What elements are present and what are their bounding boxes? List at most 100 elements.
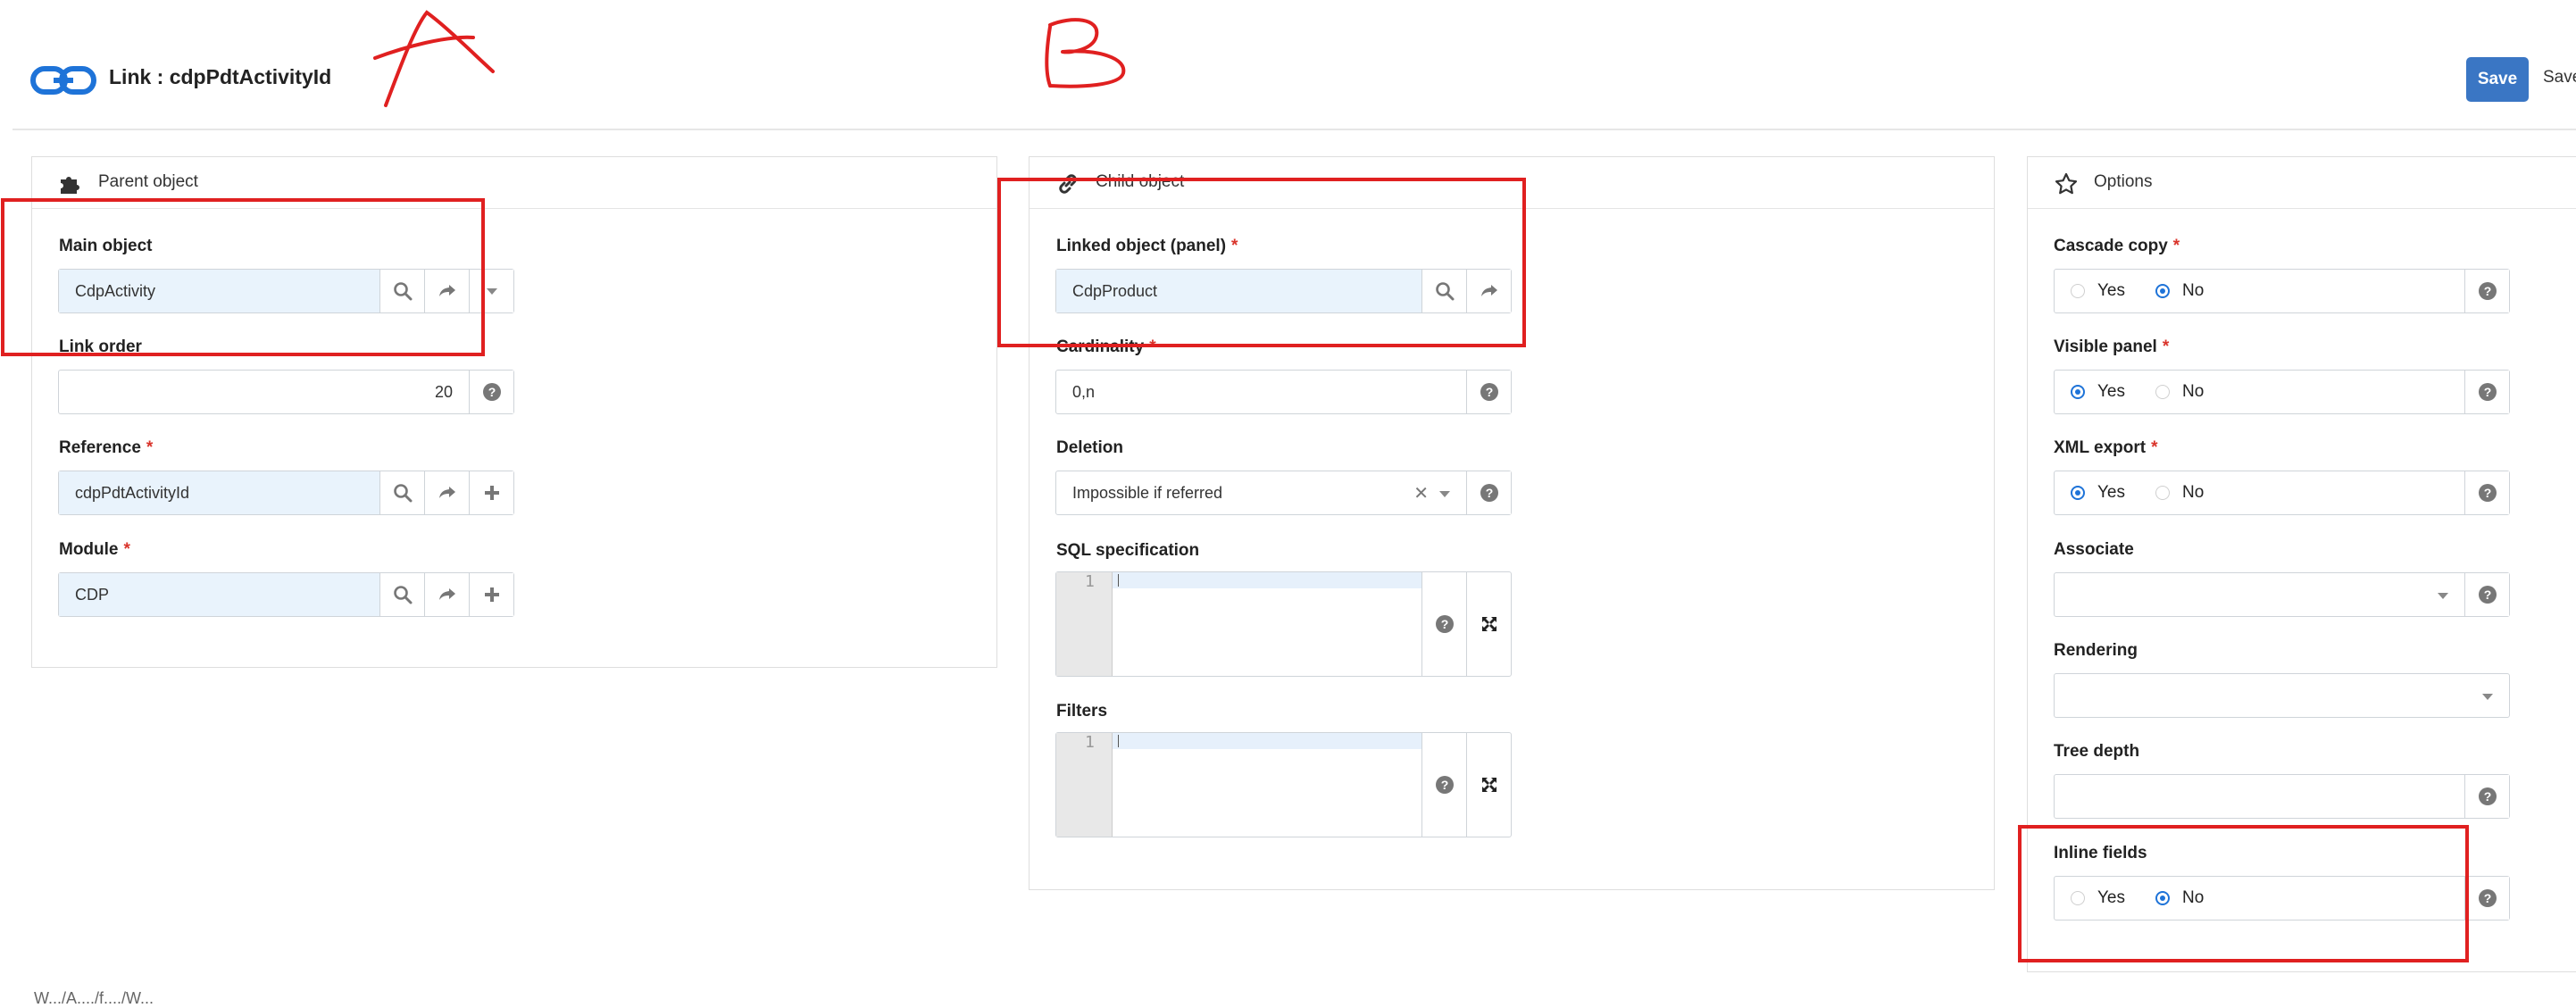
cascade-copy-label: Cascade copy * <box>2054 237 2180 255</box>
radio-button-selected[interactable] <box>2155 284 2170 298</box>
visible-panel-no-option[interactable]: No <box>2155 382 2204 402</box>
inline-fields-yes-option[interactable]: Yes <box>2071 888 2125 908</box>
filters-expand-button[interactable] <box>1466 733 1511 837</box>
help-icon: ? <box>2478 586 2497 604</box>
module-search-button[interactable] <box>379 573 424 616</box>
search-icon <box>1435 282 1454 301</box>
main-object-dropdown-button[interactable] <box>469 270 513 312</box>
filters-editor: 1 ? <box>1055 732 1512 837</box>
visible-panel-radio-group: Yes No <box>2055 371 2464 413</box>
cardinality-input[interactable]: 0,n <box>1056 371 1466 413</box>
cardinality-help-button[interactable]: ? <box>1466 371 1511 413</box>
tree-depth-help-button[interactable]: ? <box>2464 775 2509 818</box>
tree-depth-field-group: ? <box>2054 774 2510 819</box>
linked-object-open-button[interactable] <box>1466 270 1511 312</box>
save-and-close-button[interactable]: Save <box>2543 68 2576 87</box>
xml-export-label: XML export * <box>2054 438 2158 457</box>
caret-down-icon <box>1439 491 1450 497</box>
svg-text:?: ? <box>1440 778 1448 792</box>
linked-object-input[interactable]: CdpProduct <box>1056 270 1421 312</box>
tree-depth-input[interactable] <box>2055 775 2464 818</box>
help-icon: ? <box>482 383 501 401</box>
svg-text:?: ? <box>2483 587 2491 602</box>
radio-button[interactable] <box>2071 891 2085 905</box>
cascade-copy-field-group: Yes No ? <box>2054 269 2510 313</box>
panel-title: Child object <box>1096 172 1185 191</box>
reference-open-button[interactable] <box>424 471 469 514</box>
help-icon: ? <box>2478 889 2497 907</box>
help-icon: ? <box>2478 787 2497 805</box>
filters-help-button[interactable]: ? <box>1421 733 1466 837</box>
annotation-letter-a <box>373 10 495 107</box>
main-object-input[interactable]: CdpActivity <box>59 270 379 312</box>
link-order-help-button[interactable]: ? <box>469 371 513 413</box>
svg-text:?: ? <box>2483 891 2491 905</box>
xml-export-help-button[interactable]: ? <box>2464 471 2509 514</box>
associate-label: Associate <box>2054 540 2134 559</box>
radio-button[interactable] <box>2071 284 2085 298</box>
deletion-select[interactable]: Impossible if referred ✕ <box>1056 471 1466 514</box>
radio-button-selected[interactable] <box>2071 385 2085 399</box>
help-icon: ? <box>1435 615 1454 633</box>
inline-fields-no-option[interactable]: No <box>2155 888 2204 908</box>
sql-spec-expand-button[interactable] <box>1466 572 1511 676</box>
reference-input[interactable]: cdpPdtActivityId <box>59 471 379 514</box>
deletion-help-button[interactable]: ? <box>1466 471 1511 514</box>
main-object-open-button[interactable] <box>424 270 469 312</box>
linked-object-label: Linked object (panel) * <box>1056 237 1238 255</box>
sql-spec-help-button[interactable]: ? <box>1421 572 1466 676</box>
sql-spec-code-area[interactable] <box>1113 572 1421 676</box>
module-field-group: CDP <box>58 572 514 617</box>
line-gutter: 1 <box>1056 733 1113 837</box>
cascade-copy-no-option[interactable]: No <box>2155 281 2204 301</box>
cascade-copy-yes-option[interactable]: Yes <box>2071 281 2125 301</box>
cascade-copy-help-button[interactable]: ? <box>2464 270 2509 312</box>
rendering-field-group <box>2054 673 2510 718</box>
main-object-search-button[interactable] <box>379 270 424 312</box>
module-add-button[interactable] <box>469 573 513 616</box>
cascade-copy-radio-group: Yes No <box>2055 270 2464 312</box>
linked-object-search-button[interactable] <box>1421 270 1466 312</box>
inline-fields-label: Inline fields <box>2054 844 2147 862</box>
link-order-input[interactable]: 20 <box>59 371 469 413</box>
svg-text:?: ? <box>2483 284 2491 298</box>
filters-code-area[interactable] <box>1113 733 1421 837</box>
child-panel-header: Child object <box>1030 157 1994 209</box>
module-open-button[interactable] <box>424 573 469 616</box>
inline-fields-help-button[interactable]: ? <box>2464 877 2509 920</box>
parent-panel-header: Parent object <box>32 157 996 209</box>
reference-search-button[interactable] <box>379 471 424 514</box>
help-icon: ? <box>1480 383 1498 401</box>
help-icon: ? <box>2478 282 2497 300</box>
rendering-select[interactable] <box>2055 674 2509 717</box>
cardinality-field-group: 0,n ? <box>1055 370 1512 414</box>
associate-select[interactable] <box>2055 573 2464 616</box>
module-input[interactable]: CDP <box>59 573 379 616</box>
deletion-select-value: Impossible if referred <box>1072 483 1223 502</box>
radio-button[interactable] <box>2155 486 2170 500</box>
radio-button-selected[interactable] <box>2155 891 2170 905</box>
xml-export-yes-option[interactable]: Yes <box>2071 483 2125 503</box>
link-icon <box>30 66 96 95</box>
share-arrow-icon <box>438 487 455 498</box>
panel-title: Options <box>2094 172 2153 191</box>
expand-icon <box>1481 617 1496 631</box>
main-object-label: Main object <box>59 237 153 255</box>
visible-panel-help-button[interactable]: ? <box>2464 371 2509 413</box>
annotation-letter-b-text: B <box>0 0 1 1</box>
svg-text:?: ? <box>488 385 496 399</box>
save-button[interactable]: Save <box>2466 57 2529 102</box>
radio-button[interactable] <box>2155 385 2170 399</box>
reference-label: Reference * <box>59 438 154 457</box>
share-arrow-icon <box>438 588 455 600</box>
svg-text:?: ? <box>2483 789 2491 804</box>
plus-icon <box>484 486 499 500</box>
filters-label: Filters <box>1056 702 1108 721</box>
reference-add-button[interactable] <box>469 471 513 514</box>
visible-panel-yes-option[interactable]: Yes <box>2071 382 2125 402</box>
clear-icon[interactable]: ✕ <box>1413 482 1429 504</box>
associate-help-button[interactable]: ? <box>2464 573 2509 616</box>
xml-export-no-option[interactable]: No <box>2155 483 2204 503</box>
radio-button-selected[interactable] <box>2071 486 2085 500</box>
linked-object-field-group: CdpProduct <box>1055 269 1512 313</box>
